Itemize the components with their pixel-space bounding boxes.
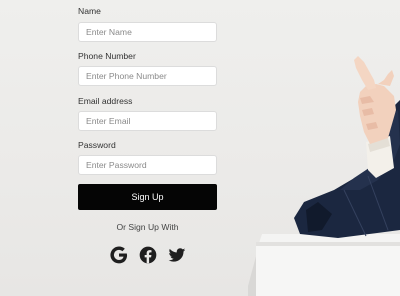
or-sign-up-with-text: Or Sign Up With [116, 222, 179, 232]
password-label: Password [78, 140, 116, 150]
twitter-signup-button[interactable] [167, 245, 187, 265]
pointing-person-illustration [248, 56, 400, 296]
google-icon [110, 246, 128, 264]
email-input[interactable] [78, 111, 217, 131]
phone-number-label: Phone Number [78, 51, 136, 61]
hero-photo [248, 40, 400, 296]
social-signup-row [109, 245, 189, 265]
sign-up-button[interactable]: Sign Up [78, 184, 217, 210]
email-address-label: Email address [78, 96, 133, 106]
name-input[interactable] [78, 22, 217, 42]
name-label: Name [78, 6, 101, 16]
phone-number-input[interactable] [78, 66, 217, 86]
facebook-icon [139, 246, 157, 264]
google-signup-button[interactable] [109, 245, 129, 265]
twitter-icon [168, 248, 186, 262]
password-input[interactable] [78, 155, 217, 175]
facebook-signup-button[interactable] [138, 245, 158, 265]
